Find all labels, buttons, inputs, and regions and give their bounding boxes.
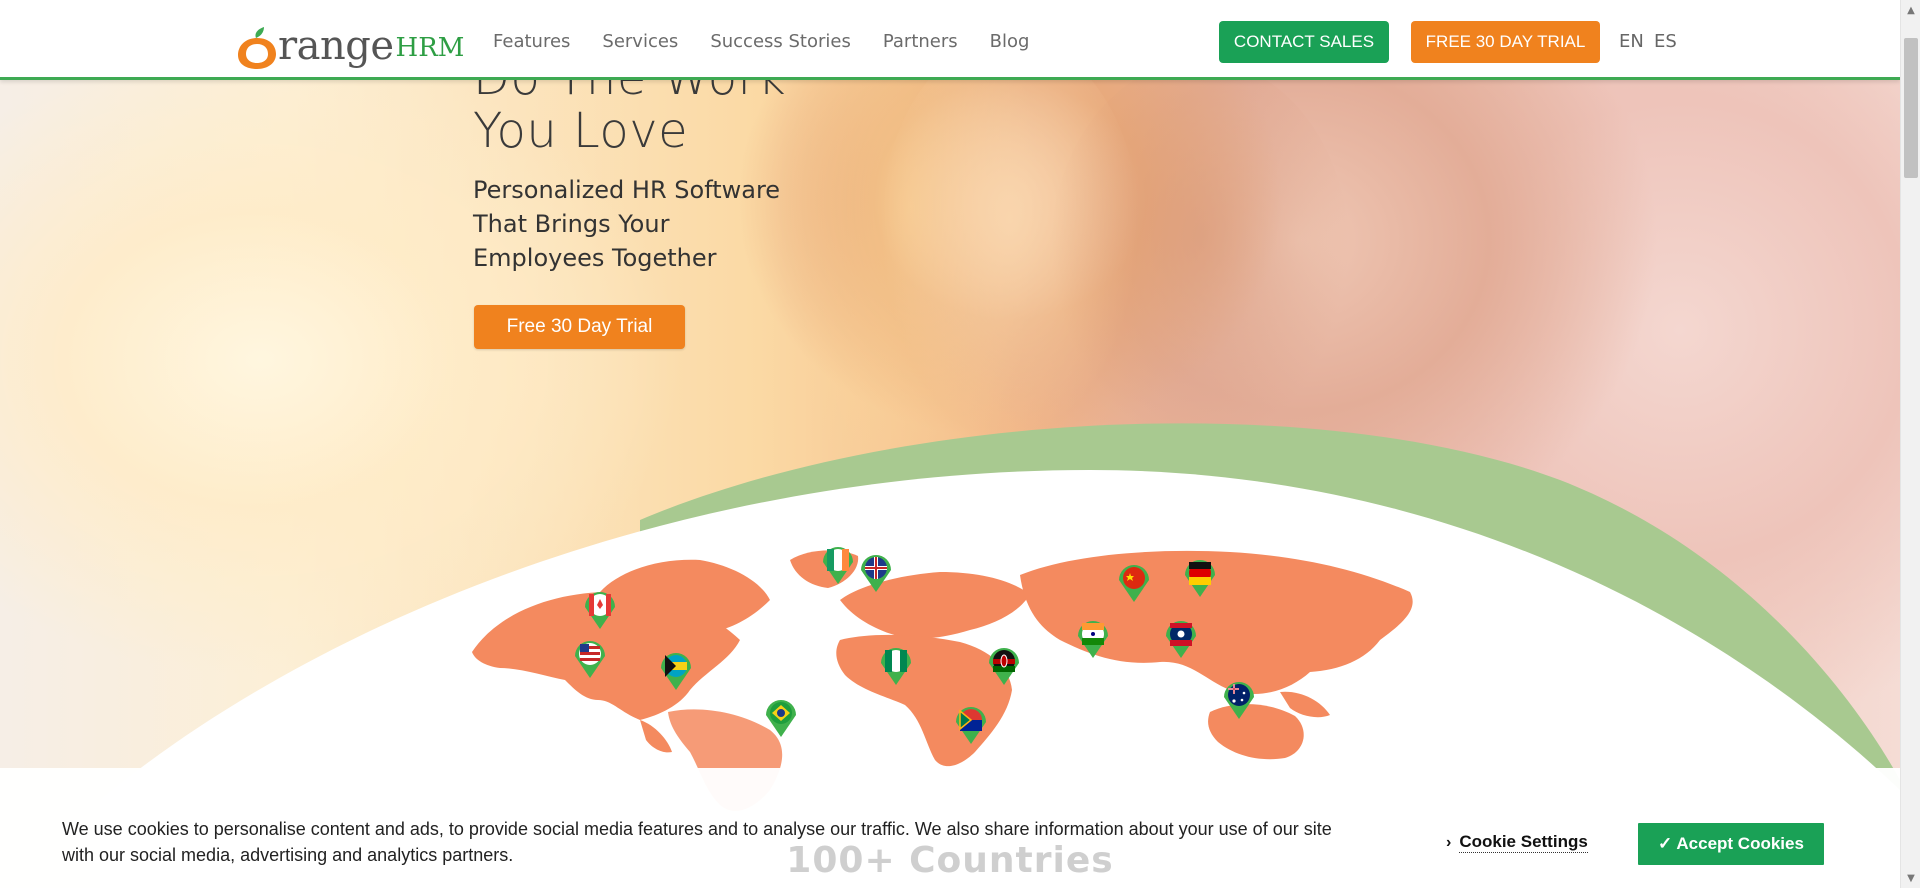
nav-success-stories[interactable]: Success Stories	[710, 28, 851, 56]
page-scrollbar[interactable]: ▲ ▼	[1900, 0, 1920, 888]
cookie-message: We use cookies to personalise content an…	[62, 819, 1332, 865]
main-nav: Features Services Success Stories Partne…	[493, 28, 1061, 56]
cookie-settings-label: Cookie Settings	[1459, 832, 1588, 853]
nav-blog[interactable]: Blog	[990, 28, 1030, 56]
scroll-down-arrow-icon[interactable]: ▼	[1901, 868, 1920, 888]
site-header: range HRM Features Services Success Stor…	[0, 0, 1900, 80]
hero-subtitle-line-1: Personalized HR Software	[473, 176, 781, 204]
nav-services[interactable]: Services	[602, 28, 678, 56]
chevron-right-icon: ›	[1446, 833, 1452, 851]
hero-subtitle-line-2: That Brings Your	[473, 210, 670, 238]
hero-subtitle-line-3: Employees Together	[473, 244, 717, 272]
contact-sales-button[interactable]: CONTACT SALES	[1219, 21, 1389, 63]
language-en-link[interactable]: EN	[1619, 31, 1644, 52]
scroll-up-arrow-icon[interactable]: ▲	[1901, 0, 1920, 20]
orangehrm-logo[interactable]: range HRM	[236, 12, 465, 69]
logo-hrm: HRM	[395, 33, 465, 63]
free-trial-header-button[interactable]: FREE 30 DAY TRIAL	[1411, 21, 1600, 63]
accept-cookies-button[interactable]: ✓ Accept Cookies	[1638, 823, 1824, 865]
scrollbar-thumb[interactable]	[1904, 38, 1918, 178]
logo-word: range	[278, 23, 394, 69]
world-map-section	[100, 423, 1900, 888]
orange-logo-icon	[236, 26, 278, 69]
nav-features[interactable]: Features	[493, 28, 570, 56]
hero-free-trial-button[interactable]: Free 30 Day Trial	[474, 305, 685, 349]
cookie-settings-link[interactable]: › Cookie Settings	[1446, 832, 1588, 853]
hero-subtitle: Personalized HR Software That Brings You…	[473, 173, 793, 275]
language-es-link[interactable]: ES	[1654, 31, 1677, 52]
nav-partners[interactable]: Partners	[883, 28, 958, 56]
hero-title-line-2: You Love	[473, 103, 689, 159]
